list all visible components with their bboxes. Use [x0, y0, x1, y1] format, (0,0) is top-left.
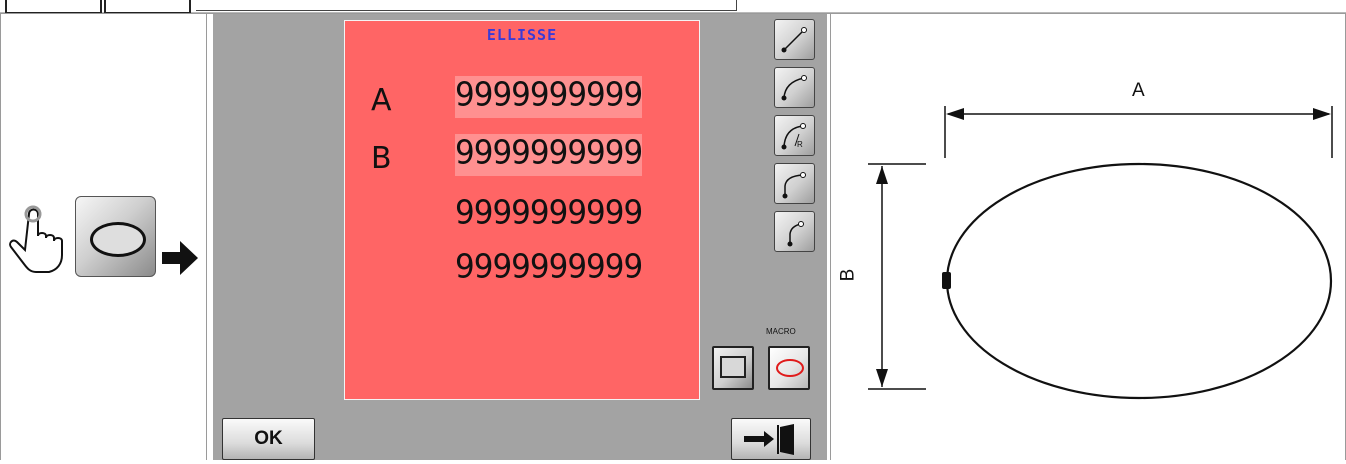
arc-tool-button[interactable] [774, 67, 815, 108]
form-title: ELLISSE [486, 26, 558, 44]
line-tool-button[interactable] [774, 19, 815, 60]
dim-b-arrow-top [876, 166, 888, 184]
radius-arc-icon: R [781, 123, 806, 150]
table-divider-2 [830, 13, 831, 460]
dim-b-label: B [837, 268, 859, 282]
ellipse-dimension-diagram: A B [837, 60, 1344, 415]
field-a-value[interactable]: 9999999999 [455, 76, 643, 118]
tangent-line-arc-tool-button[interactable] [774, 163, 815, 204]
top-tab-left [5, 0, 102, 14]
arc-icon [781, 75, 807, 101]
rectangle-macro-icon [720, 356, 746, 378]
top-tab-right [104, 0, 191, 14]
start-point-marker [942, 272, 951, 289]
ellipse-button-icon[interactable] [75, 196, 156, 277]
field-b-value[interactable]: 9999999999 [455, 134, 643, 176]
line-icon [781, 27, 807, 53]
pointing-hand-icon [5, 202, 73, 279]
ellipse-macro-button[interactable] [768, 346, 810, 390]
right-arrow-icon [160, 238, 200, 283]
dim-a-arrow-right [1313, 108, 1331, 120]
tangent-arc-tool-button[interactable] [774, 211, 815, 252]
ellipse-shape [945, 162, 1333, 400]
table-divider-1 [206, 13, 207, 460]
tangent-line-arc-icon [782, 172, 806, 199]
dim-a-label: A [1132, 80, 1145, 101]
ellipse-macro-icon [776, 359, 804, 377]
label-a: A [371, 83, 392, 118]
field-4-value[interactable]: 9999999999 [455, 248, 643, 286]
field-3-value[interactable]: 9999999999 [455, 194, 643, 232]
ok-button[interactable]: OK [222, 418, 315, 460]
dim-a-arrow-left [946, 108, 964, 120]
svg-text:R: R [797, 140, 803, 149]
label-b: B [371, 141, 392, 176]
tangent-arc-icon [787, 221, 804, 247]
top-field-frame [196, 0, 737, 11]
radius-arc-tool-button[interactable]: R [774, 115, 815, 156]
table-border-left [0, 13, 1, 460]
exit-button[interactable] [731, 418, 811, 460]
exit-door-icon [744, 424, 794, 455]
rectangle-macro-button[interactable] [712, 346, 754, 390]
dim-b-arrow-bottom [876, 369, 888, 387]
macro-label: MACRO [766, 327, 796, 336]
ellipse-form: ELLISSE A 9999999999 B 9999999999 999999… [344, 20, 700, 400]
